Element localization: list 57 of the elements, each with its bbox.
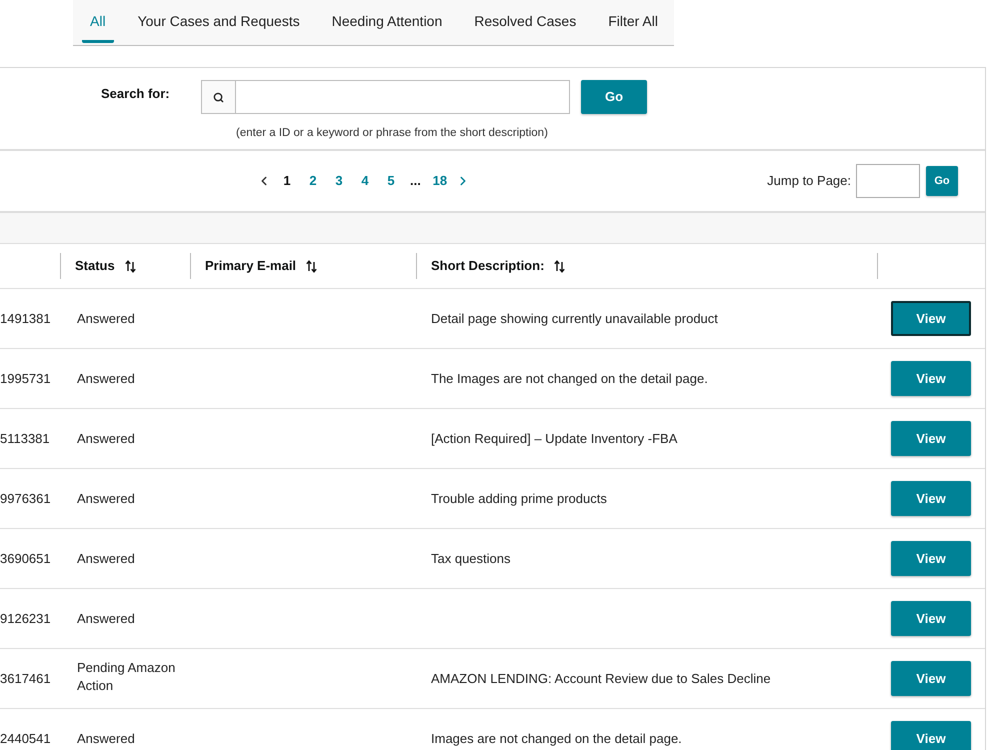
search-hint: (enter a ID or a keyword or phrase from the short description) xyxy=(236,127,548,139)
status-cell: Answered xyxy=(77,610,135,628)
case-id-cell: 5113381 xyxy=(0,430,50,446)
description-cell: Detail page showing currently unavailable product xyxy=(431,310,718,326)
status-cell: Answered xyxy=(77,550,135,568)
view-button[interactable]: View xyxy=(891,481,971,516)
search-label: Search for: xyxy=(101,86,170,101)
view-button[interactable]: View xyxy=(891,661,971,696)
view-button[interactable]: View xyxy=(891,721,971,750)
status-cell: Answered xyxy=(77,490,135,508)
view-button[interactable]: View xyxy=(891,541,971,576)
view-button[interactable]: View xyxy=(891,601,971,636)
tab[interactable]: Needing Attention xyxy=(324,0,450,43)
page-ellipsis: ... xyxy=(410,172,421,190)
tab[interactable]: Resolved Cases xyxy=(466,0,584,43)
jump-to-page-label: Jump to Page: xyxy=(767,172,851,190)
case-id-cell: 2440541 xyxy=(0,730,51,746)
tab[interactable]: Filter All xyxy=(600,0,666,43)
case-id-cell: 1995731 xyxy=(0,370,51,386)
column-header[interactable]: Status xyxy=(75,256,115,276)
sort-icon[interactable] xyxy=(124,260,136,272)
description-cell: Images are not changed on the detail page. xyxy=(431,730,682,746)
go-button[interactable]: Go xyxy=(581,80,647,114)
case-id-cell: 9976361 xyxy=(0,490,51,506)
view-button[interactable]: View xyxy=(891,421,971,456)
search-icon xyxy=(201,80,236,114)
view-button[interactable]: View xyxy=(891,361,971,396)
page-link[interactable]: 2 xyxy=(303,171,323,191)
page-link[interactable]: 4 xyxy=(355,171,375,191)
status-cell: Answered xyxy=(77,730,135,748)
page-link[interactable]: 18 xyxy=(430,171,450,191)
jump-go-button[interactable]: Go xyxy=(926,166,958,196)
sort-icon[interactable] xyxy=(306,260,318,272)
status-cell: Answered xyxy=(77,370,135,388)
description-cell: The Images are not changed on the detail page. xyxy=(431,370,708,386)
tab[interactable]: All xyxy=(82,0,114,43)
page-link[interactable]: 1 xyxy=(277,171,297,191)
status-cell: Answered xyxy=(77,310,135,328)
description-cell: AMAZON LENDING: Account Review due to Sales Decline xyxy=(431,670,771,686)
status-cell: Answered xyxy=(77,430,135,448)
sort-icon[interactable] xyxy=(554,260,566,272)
page-link[interactable]: 5 xyxy=(381,171,401,191)
case-id-cell: 3690651 xyxy=(0,550,51,566)
jump-to-page-input[interactable] xyxy=(856,164,920,198)
status-cell: Pending Amazon Action xyxy=(77,659,176,695)
description-cell: [Action Required] – Update Inventory -FBA xyxy=(431,430,678,446)
tab[interactable]: Your Cases and Requests xyxy=(130,0,308,43)
column-header[interactable]: Primary E-mail xyxy=(205,256,296,276)
case-id-cell: 9126231 xyxy=(0,610,51,626)
search-input[interactable] xyxy=(236,80,570,114)
description-cell: Tax questions xyxy=(431,550,510,566)
view-button[interactable]: View xyxy=(891,301,971,336)
column-header[interactable]: Short Description: xyxy=(431,256,544,276)
case-id-cell: 1491381 xyxy=(0,310,51,326)
case-id-cell: 3617461 xyxy=(0,670,51,686)
page-link[interactable]: 3 xyxy=(329,171,349,191)
description-cell: Trouble adding prime products xyxy=(431,490,607,506)
